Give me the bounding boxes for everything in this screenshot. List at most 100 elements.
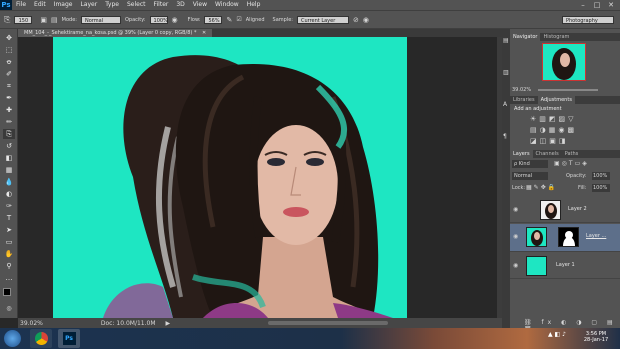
- pressure-opacity-icon[interactable]: ◉: [172, 16, 178, 24]
- layers-tabs: Layers Channels Paths: [510, 150, 620, 158]
- dodge-tool-icon[interactable]: ◐: [3, 189, 15, 199]
- brush-tool-icon[interactable]: ✏: [3, 117, 15, 127]
- layer-name[interactable]: Layer ...: [586, 233, 606, 239]
- menu-layer[interactable]: Layer: [76, 0, 101, 10]
- menu-help[interactable]: Help: [243, 0, 265, 10]
- layer-row-layer-2[interactable]: ◉ Layer 2: [510, 197, 620, 223]
- photoshop-logo[interactable]: Ps: [0, 0, 12, 10]
- clone-stamp-tool-icon[interactable]: ⎘: [4, 15, 10, 25]
- clock[interactable]: 3:56 PM 28-Jan-17: [578, 331, 614, 343]
- eyedropper-tool-icon[interactable]: ✒: [3, 93, 15, 103]
- close-tab-icon[interactable]: ✕: [202, 30, 206, 36]
- hand-tool-icon[interactable]: ✋: [3, 249, 15, 259]
- visibility-eye-icon[interactable]: ◉: [513, 233, 518, 240]
- image-canvas[interactable]: [53, 37, 407, 318]
- lasso-tool-icon[interactable]: ꝋ: [3, 57, 15, 67]
- tab-layers[interactable]: Layers: [510, 150, 533, 158]
- start-button[interactable]: [4, 330, 21, 347]
- menu-filter[interactable]: Filter: [150, 0, 173, 10]
- opacity-input[interactable]: 100%: [149, 15, 168, 24]
- toggle-brush-panel-icon[interactable]: ▣: [40, 16, 47, 24]
- navigator-zoom[interactable]: 39.02%: [512, 87, 531, 93]
- layer-row-layer-copy[interactable]: ◉ Layer ...: [510, 224, 620, 252]
- character-panel-icon[interactable]: A: [503, 101, 507, 108]
- minimize-button[interactable]: –: [576, 0, 590, 10]
- maximize-button[interactable]: □: [590, 0, 604, 10]
- layer-mask-thumbnail[interactable]: [558, 227, 579, 247]
- layer-name[interactable]: Layer 2: [568, 206, 587, 212]
- layer-opacity-input[interactable]: 100%: [592, 172, 610, 180]
- document-tab[interactable]: MM_104_-_Sehektirame_na_kosa.psd @ 39% (…: [18, 29, 213, 37]
- adjustment-icons-row-1[interactable]: ☀▥◩▨▽: [530, 115, 577, 123]
- navigator-tabs: Navigator Histogram: [510, 33, 620, 41]
- menu-type[interactable]: Type: [101, 0, 123, 10]
- blend-mode-select[interactable]: Normal: [512, 172, 548, 180]
- workspace-select[interactable]: Photography: [562, 16, 614, 24]
- clone-stamp-tool-icon[interactable]: ⎘: [3, 129, 15, 139]
- brush-size-picker[interactable]: 150: [14, 15, 33, 24]
- menu-image[interactable]: Image: [50, 0, 77, 10]
- tab-histogram[interactable]: Histogram: [540, 33, 572, 41]
- fill-input[interactable]: 100%: [592, 184, 610, 192]
- photoshop-taskbar-icon[interactable]: Ps: [58, 329, 80, 348]
- pen-tool-icon[interactable]: ✑: [3, 201, 15, 211]
- adjustment-icons-row-3[interactable]: ◪◫▣◨: [530, 137, 568, 145]
- document-size-info[interactable]: Doc: 10.0M/11.0M: [101, 320, 156, 327]
- aligned-checkbox[interactable]: ☑: [236, 16, 241, 23]
- history-panel-icon[interactable]: ▤: [503, 37, 509, 44]
- layer-row-layer-1[interactable]: ◉ Layer 1: [510, 253, 620, 279]
- toggle-clone-source-icon[interactable]: ▤: [51, 16, 58, 24]
- navigator-preview[interactable]: [542, 43, 586, 81]
- quick-select-tool-icon[interactable]: ✐: [3, 69, 15, 79]
- menu-edit[interactable]: Edit: [30, 0, 50, 10]
- crop-tool-icon[interactable]: ⌗: [3, 81, 15, 91]
- visibility-eye-icon[interactable]: ◉: [513, 206, 518, 213]
- sample-select[interactable]: Current Layer: [296, 15, 349, 24]
- zoom-tool-icon[interactable]: ⚲: [3, 261, 15, 271]
- menu-select[interactable]: Select: [123, 0, 150, 10]
- layer-name[interactable]: Layer 1: [556, 262, 575, 268]
- history-brush-tool-icon[interactable]: ↺: [3, 141, 15, 151]
- tab-adjustments[interactable]: Adjustments: [537, 96, 575, 104]
- visibility-eye-icon[interactable]: ◉: [513, 262, 518, 269]
- foreground-color-swatch[interactable]: [3, 288, 11, 296]
- more-tools-icon[interactable]: …: [3, 273, 15, 283]
- quick-mask-icon[interactable]: ◎: [3, 304, 15, 314]
- move-tool-icon[interactable]: ✥: [3, 33, 15, 43]
- close-button[interactable]: ✕: [604, 0, 618, 10]
- type-tool-icon[interactable]: T: [3, 213, 15, 223]
- properties-panel-icon[interactable]: ▥: [503, 69, 509, 76]
- gradient-tool-icon[interactable]: ▦: [3, 165, 15, 175]
- status-arrow-icon[interactable]: ▶: [166, 320, 171, 327]
- menu-3d[interactable]: 3D: [172, 0, 188, 10]
- menu-view[interactable]: View: [189, 0, 211, 10]
- adjustment-icons-row-2[interactable]: ▤◑▦◉▩: [530, 126, 577, 134]
- path-selection-tool-icon[interactable]: ➤: [3, 225, 15, 235]
- blur-tool-icon[interactable]: 💧: [3, 177, 15, 187]
- eraser-tool-icon[interactable]: ◧: [3, 153, 15, 163]
- pressure-size-icon[interactable]: ◉: [363, 16, 369, 24]
- ignore-adjustment-layers-icon[interactable]: ⊘: [353, 16, 359, 24]
- menu-window[interactable]: Window: [211, 0, 243, 10]
- tray-icons[interactable]: ▲ ◧ ♪: [548, 331, 566, 338]
- navigator-zoom-slider[interactable]: [538, 89, 598, 91]
- tab-paths[interactable]: Paths: [562, 150, 582, 158]
- healing-brush-tool-icon[interactable]: ✚: [3, 105, 15, 115]
- airbrush-icon[interactable]: ✎: [226, 16, 232, 24]
- layer-thumbnail: [526, 256, 547, 276]
- menu-file[interactable]: File: [12, 0, 30, 10]
- tab-navigator[interactable]: Navigator: [510, 33, 541, 41]
- lock-icons[interactable]: ▦✎✥🔒: [526, 184, 557, 191]
- mode-select[interactable]: Normal: [80, 15, 121, 24]
- marquee-tool-icon[interactable]: ⬚: [3, 45, 15, 55]
- paragraph-panel-icon[interactable]: ¶: [503, 133, 507, 140]
- flow-input[interactable]: 56%: [204, 15, 223, 24]
- layer-filter-select[interactable]: ρ Kind: [512, 160, 548, 168]
- chrome-taskbar-icon[interactable]: [30, 329, 52, 348]
- zoom-level[interactable]: 39.02%: [20, 320, 43, 327]
- tab-channels[interactable]: Channels: [533, 150, 562, 158]
- tab-libraries[interactable]: Libraries: [510, 96, 538, 104]
- layer-filter-icons[interactable]: ▣◎T▭◈: [554, 160, 589, 167]
- horizontal-scrollbar[interactable]: [268, 321, 388, 325]
- shape-tool-icon[interactable]: ▭: [3, 237, 15, 247]
